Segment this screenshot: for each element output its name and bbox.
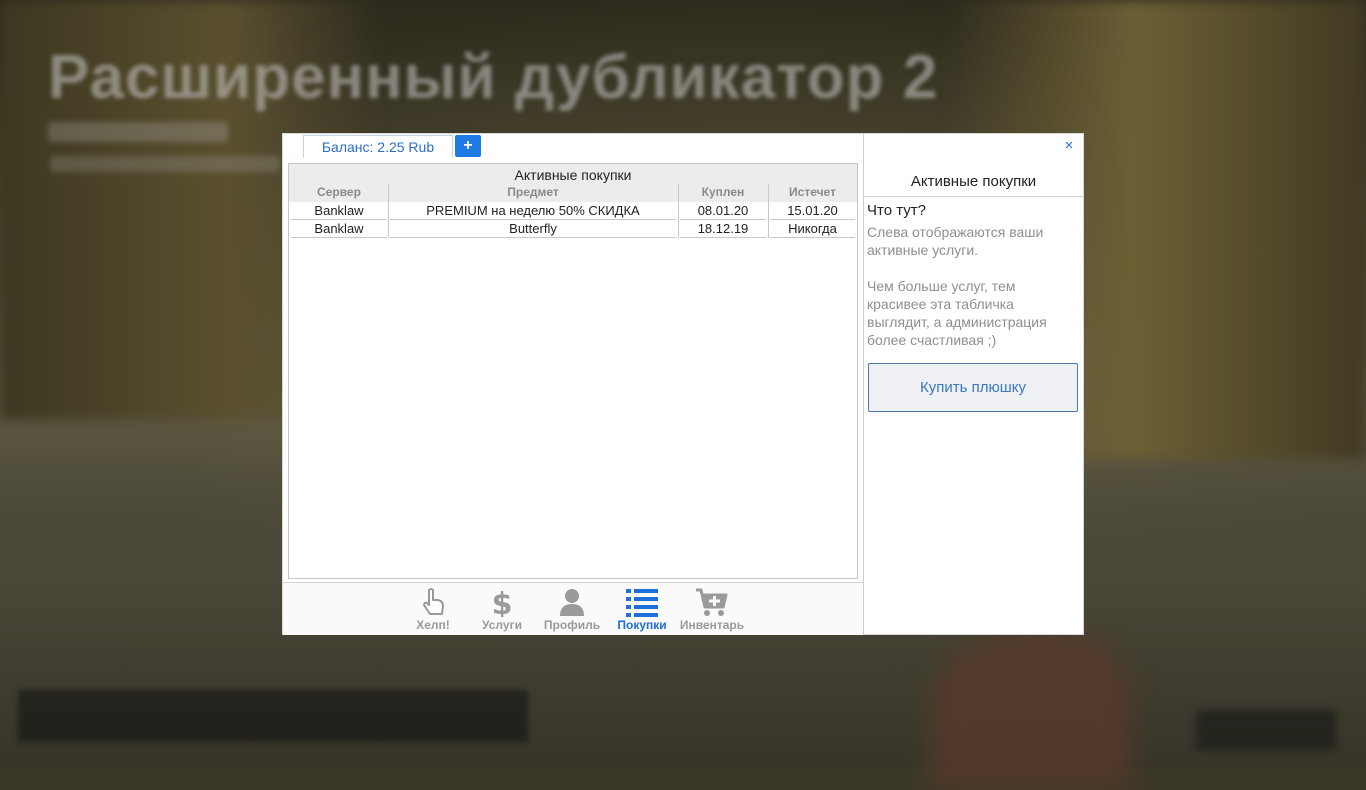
cell-expires: 15.01.20	[770, 202, 855, 220]
svg-text:$: $	[492, 587, 513, 617]
nav-label: Покупки	[617, 618, 667, 632]
donate-window: Баланс: 2.25 Rub + Активные покупки Серв…	[283, 134, 1083, 635]
cell-server: Banklaw	[291, 220, 387, 238]
info-question: Что тут?	[867, 202, 926, 219]
buy-button[interactable]: Купить плюшку	[868, 363, 1078, 412]
nav-profile[interactable]: Профиль	[537, 585, 607, 633]
background-subtitle	[48, 122, 228, 142]
add-balance-button[interactable]: +	[455, 135, 481, 157]
purchases-table: Активные покупки Сервер Предмет Куплен И…	[288, 163, 858, 579]
info-title: Активные покупки	[864, 172, 1083, 197]
balance-tab[interactable]: Баланс: 2.25 Rub	[303, 135, 453, 158]
table-caption: Активные покупки	[289, 164, 857, 184]
nav-inventory[interactable]: Инвентарь	[677, 585, 747, 633]
dollar-icon: $	[492, 587, 513, 617]
nav-label: Услуги	[482, 618, 522, 632]
col-server: Сервер	[317, 185, 361, 199]
nav-label: Хелп!	[416, 618, 450, 632]
table-row[interactable]: Banklaw Butterfly 18.12.19 Никогда	[289, 220, 857, 238]
cell-item: Butterfly	[390, 220, 676, 238]
nav-services[interactable]: $ Услуги	[467, 585, 537, 633]
nav-label: Инвентарь	[679, 618, 745, 632]
col-bought: Куплен	[701, 185, 745, 199]
cell-bought: 08.01.20	[680, 202, 766, 220]
col-expires: Истечет	[789, 185, 836, 199]
cell-bought: 18.12.19	[680, 220, 766, 238]
col-item: Предмет	[507, 185, 559, 199]
hand-pointer-icon	[423, 588, 444, 615]
background-hud-right	[1196, 710, 1336, 750]
window-topbar: Баланс: 2.25 Rub +	[283, 134, 863, 158]
info-pane: Активные покупки Что тут? Слева отобража…	[864, 134, 1083, 634]
list-icon	[626, 589, 658, 617]
background-title: Расширенный дубликатор 2	[48, 43, 939, 112]
nav-purchases[interactable]: Покупки	[607, 585, 677, 633]
cell-expires: Никогда	[770, 220, 855, 238]
nav-help[interactable]: Хелп!	[398, 585, 468, 633]
user-icon	[560, 589, 584, 616]
bottom-nav: Хелп! $ Услуги Профиль Покупки Инвентарь	[283, 582, 863, 635]
cell-item: PREMIUM на неделю 50% СКИДКА	[390, 202, 676, 220]
background-hud	[18, 690, 528, 742]
info-text: Чем больше услуг, тем красивее эта табли…	[867, 278, 1047, 348]
info-text: Слева отображаются ваши активные услуги.	[867, 224, 1044, 258]
table-row[interactable]: Banklaw PREMIUM на неделю 50% СКИДКА 08.…	[289, 202, 857, 220]
nav-label: Профиль	[543, 618, 601, 632]
cart-plus-icon	[696, 588, 728, 616]
cell-server: Banklaw	[291, 202, 387, 220]
background-option	[50, 156, 280, 172]
purchases-pane: Баланс: 2.25 Rub + Активные покупки Серв…	[283, 134, 864, 635]
table-header: Сервер Предмет Куплен Истечет	[289, 184, 857, 202]
